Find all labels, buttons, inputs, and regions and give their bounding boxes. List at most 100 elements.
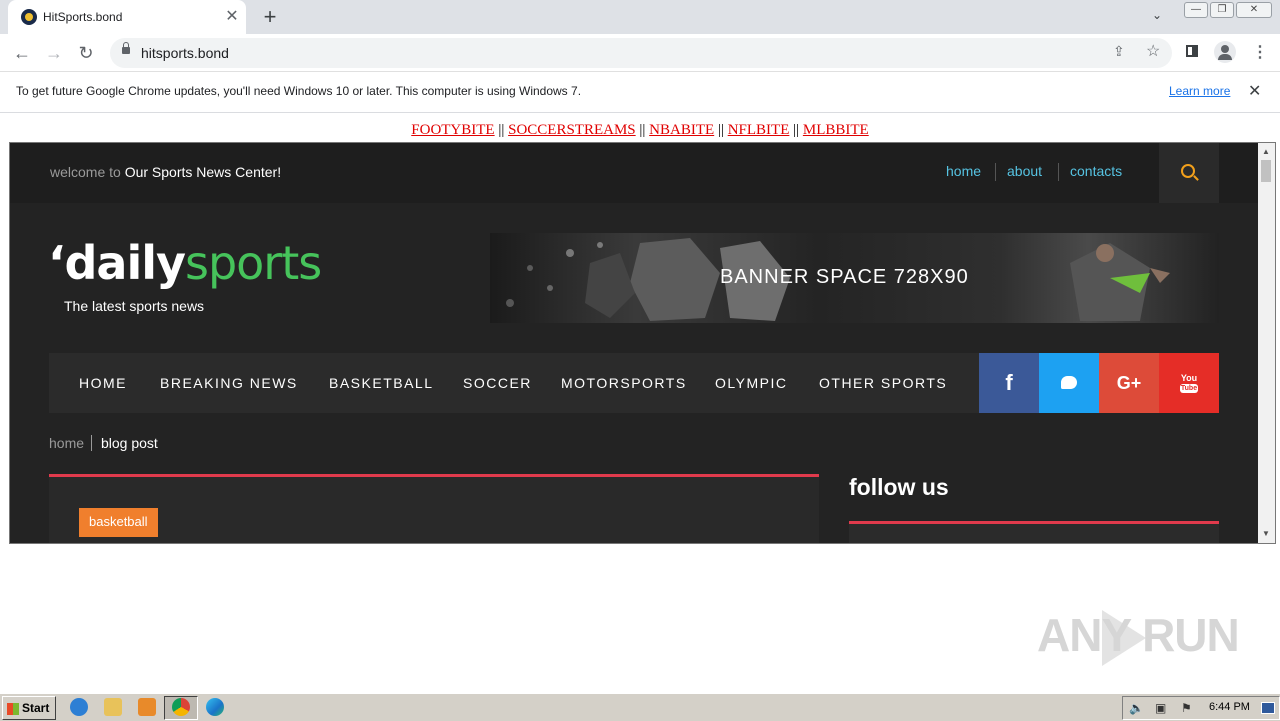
link-nflbite[interactable]: NFLBITE bbox=[728, 122, 790, 138]
welcome-text: welcome to Our Sports News Center! bbox=[50, 164, 281, 180]
anyrun-watermark: ANY RUN bbox=[1037, 609, 1240, 661]
network-icon[interactable]: ▣ bbox=[1155, 701, 1166, 715]
top-nav-about[interactable]: about bbox=[1007, 163, 1042, 179]
infobar-close-icon[interactable]: ✕ bbox=[1248, 81, 1261, 101]
side-panel-icon[interactable] bbox=[1186, 45, 1198, 57]
reload-icon[interactable]: ↻ bbox=[74, 41, 98, 65]
link-separator: || bbox=[639, 122, 646, 138]
scroll-down-arrow-icon[interactable]: ▼ bbox=[1262, 529, 1270, 538]
media-player-icon[interactable] bbox=[138, 698, 156, 716]
logo-sports-text: sports bbox=[184, 236, 322, 290]
flag-icon[interactable]: ⚑ bbox=[1181, 701, 1192, 715]
search-icon[interactable] bbox=[1181, 164, 1195, 178]
minimize-button[interactable]: — bbox=[1184, 2, 1208, 18]
tab-close-icon[interactable]: ✕ bbox=[222, 7, 242, 27]
twitter-icon[interactable] bbox=[1039, 353, 1099, 413]
google-plus-icon[interactable]: G+ bbox=[1099, 353, 1159, 413]
follow-us-widget bbox=[849, 524, 1219, 543]
youtube-you-text: You bbox=[1180, 373, 1198, 383]
breadcrumb-divider bbox=[91, 435, 92, 451]
system-tray: 🔈 ▣ ⚑ 6:44 PM bbox=[1122, 696, 1280, 720]
link-soccerstreams[interactable]: SOCCERSTREAMS bbox=[508, 122, 636, 138]
logo-mark: ‘ bbox=[48, 236, 66, 290]
embedded-site-frame: welcome to Our Sports News Center! home … bbox=[9, 142, 1276, 544]
volume-icon[interactable]: 🔈 bbox=[1129, 701, 1144, 715]
logo-part1: daily bbox=[64, 236, 185, 290]
youtube-tube-text: Tube bbox=[1180, 384, 1198, 393]
kebab-menu-icon[interactable]: ⋮ bbox=[1252, 42, 1268, 62]
post-category-tag[interactable]: basketball bbox=[79, 508, 158, 537]
tab-search-chevron-icon[interactable]: ⌄ bbox=[1152, 8, 1162, 22]
link-mlbbite[interactable]: MLBBITE bbox=[803, 122, 869, 138]
forward-arrow-icon[interactable]: → bbox=[42, 41, 66, 65]
top-links-bar: FOOTYBITE || SOCCERSTREAMS || NBABITE ||… bbox=[0, 122, 1280, 139]
windows-logo-icon bbox=[7, 702, 19, 715]
logo-daily-text: ‘daily bbox=[48, 236, 186, 290]
learn-more-link[interactable]: Learn more bbox=[1169, 84, 1230, 98]
taskbar-chrome-button[interactable] bbox=[164, 696, 198, 720]
site-tagline: The latest sports news bbox=[64, 298, 205, 314]
frame-scrollbar[interactable]: ▲ ▼ bbox=[1258, 143, 1275, 543]
start-label: Start bbox=[22, 701, 50, 715]
show-desktop-icon[interactable] bbox=[1261, 702, 1275, 714]
chrome-icon bbox=[172, 698, 190, 716]
edge-icon[interactable] bbox=[206, 698, 224, 716]
internet-explorer-icon[interactable] bbox=[70, 698, 88, 716]
nav-basketball[interactable]: BASKETBALL bbox=[329, 375, 434, 391]
nav-olympic[interactable]: OLYMPIC bbox=[715, 375, 787, 391]
search-button[interactable] bbox=[1159, 143, 1219, 203]
link-separator: || bbox=[793, 122, 800, 138]
top-nav-home[interactable]: home bbox=[946, 163, 981, 179]
top-nav-contacts[interactable]: contacts bbox=[1070, 163, 1122, 179]
site-top-bar: welcome to Our Sports News Center! home … bbox=[10, 143, 1258, 203]
infobar-message: To get future Google Chrome updates, you… bbox=[16, 84, 582, 98]
breadcrumb-home[interactable]: home bbox=[49, 435, 84, 451]
lock-icon[interactable] bbox=[122, 42, 130, 54]
twitter-bird-shape bbox=[1061, 376, 1077, 389]
link-separator: || bbox=[717, 122, 724, 138]
bookmark-star-icon[interactable]: ☆ bbox=[1146, 41, 1160, 61]
address-bar[interactable]: hitsports.bond ⇪ ☆ bbox=[110, 38, 1172, 68]
follow-us-title: follow us bbox=[849, 474, 949, 500]
top-nav-divider bbox=[1058, 163, 1059, 181]
start-button[interactable]: Start bbox=[2, 696, 56, 720]
banner-text: BANNER SPACE 728X90 bbox=[720, 266, 969, 288]
tab-title: HitSports.bond bbox=[43, 10, 123, 24]
top-nav-divider bbox=[995, 163, 996, 181]
new-tab-button[interactable]: + bbox=[258, 5, 282, 29]
close-window-button[interactable]: ✕ bbox=[1236, 2, 1272, 18]
nav-other-sports[interactable]: OTHER SPORTS bbox=[819, 375, 947, 391]
profile-avatar-icon[interactable] bbox=[1214, 41, 1236, 63]
link-nbabite[interactable]: NBABITE bbox=[649, 122, 714, 138]
welcome-title: Our Sports News Center! bbox=[124, 164, 282, 180]
main-nav: HOME BREAKING NEWS BASKETBALL SOCCER MOT… bbox=[49, 353, 979, 413]
tab-strip: HitSports.bond ✕ + ⌄ — ❐ ✕ bbox=[0, 0, 1280, 34]
update-infobar: To get future Google Chrome updates, you… bbox=[0, 72, 1280, 113]
page-viewport: FOOTYBITE || SOCCERSTREAMS || NBABITE ||… bbox=[0, 113, 1280, 690]
site-logo[interactable]: ‘dailysports bbox=[48, 236, 322, 290]
clock[interactable]: 6:44 PM bbox=[1209, 701, 1250, 713]
post-card: basketball bbox=[49, 474, 819, 543]
nav-soccer[interactable]: SOCCER bbox=[463, 375, 532, 391]
file-explorer-icon[interactable] bbox=[104, 698, 122, 716]
facebook-icon[interactable]: f bbox=[979, 353, 1039, 413]
nav-motorsports[interactable]: MOTORSPORTS bbox=[561, 375, 687, 391]
welcome-prefix: welcome to bbox=[50, 164, 121, 180]
share-icon[interactable]: ⇪ bbox=[1113, 43, 1125, 60]
site-favicon-icon bbox=[21, 9, 37, 25]
breadcrumb-current: blog post bbox=[101, 435, 158, 451]
nav-breaking-news[interactable]: BREAKING NEWS bbox=[160, 375, 298, 391]
nav-home[interactable]: HOME bbox=[79, 375, 127, 391]
browser-tab[interactable]: HitSports.bond ✕ bbox=[8, 0, 246, 34]
url-text[interactable]: hitsports.bond bbox=[141, 45, 229, 61]
link-footybite[interactable]: FOOTYBITE bbox=[411, 122, 494, 138]
restore-button[interactable]: ❐ bbox=[1210, 2, 1234, 18]
scrollbar-thumb[interactable] bbox=[1261, 160, 1271, 182]
windows-taskbar: Start 🔈 ▣ ⚑ 6:44 PM bbox=[0, 693, 1280, 721]
back-arrow-icon[interactable]: ← bbox=[10, 41, 34, 65]
link-separator: || bbox=[498, 122, 505, 138]
scroll-up-arrow-icon[interactable]: ▲ bbox=[1262, 147, 1270, 156]
youtube-icon[interactable]: You Tube bbox=[1159, 353, 1219, 413]
ad-banner[interactable]: BANNER SPACE 728X90 bbox=[490, 233, 1219, 323]
sports-site: welcome to Our Sports News Center! home … bbox=[10, 143, 1258, 543]
